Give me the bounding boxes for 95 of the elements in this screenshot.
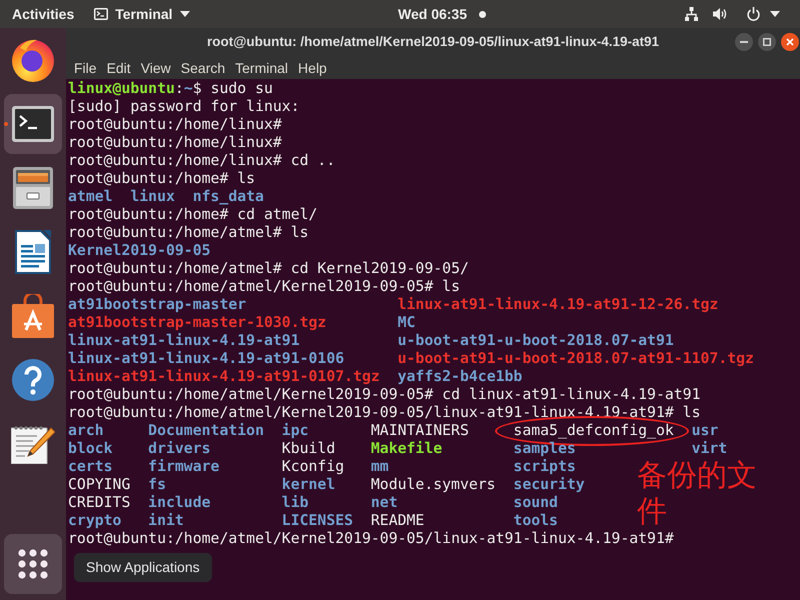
tooltip: Show Applications [74, 553, 212, 582]
file-name: drivers [148, 440, 211, 457]
file-name: u-boot-at91-u-boot-2018.07-at91 [398, 332, 674, 349]
caret-icon [770, 11, 780, 17]
power-icon [747, 7, 760, 21]
browser-icon[interactable] [11, 38, 55, 82]
terminal-line: root@ubuntu:/home/atmel# cd Kernel2019-09-05/ [68, 260, 469, 277]
terminal-line: linux@ubuntu:~$ sudo su [68, 80, 273, 97]
terminal-line: root@ubuntu:/home/atmel/Kernel2019-09-05# cd linux-at91-linux-4.19-at91 [68, 386, 701, 403]
file-name: security [513, 476, 585, 493]
file-name: MAINTAINERS [370, 422, 469, 439]
terminal-line: root@ubuntu:/home/linux# [68, 116, 282, 133]
maximize-icon [763, 38, 771, 46]
file-name: scripts [513, 458, 576, 475]
file-name: at91bootstrap-master [68, 296, 246, 313]
terminal-line: root@ubuntu:/home/atmel/Kernel2019-09-05/linux-at91-linux-4.19-at91# ls [68, 404, 701, 421]
file-name: Kernel2019-09-05 [68, 242, 211, 259]
file-name: linux-at91-linux-4.19-at91 [68, 332, 300, 349]
file-name: kernel [282, 476, 336, 493]
volume-icon [713, 7, 727, 21]
menu-item[interactable]: View [136, 58, 176, 76]
close-button[interactable] [781, 33, 799, 51]
terminal-line: root@ubuntu:/home# cd atmel/ [68, 206, 318, 223]
notification-dot-icon [479, 10, 486, 18]
system-menu-button[interactable] [685, 7, 780, 21]
maximize-button[interactable] [758, 33, 776, 51]
file-name: firmware [148, 458, 220, 475]
terminal-line: [sudo] password for linux: [68, 98, 300, 115]
file-name: Module.symvers [370, 476, 496, 493]
file-name: atmel [68, 188, 113, 205]
file-name: fs [148, 476, 166, 493]
window-title: root@ubuntu: /home/atmel/Kernel2019-09-05/linux-at91-linux-4.19-at91 [206, 32, 660, 51]
annotation-text: 备份的文件 [637, 458, 758, 530]
show-applications-button[interactable] [4, 534, 62, 594]
close-icon [786, 38, 794, 46]
file-name: virt [692, 440, 728, 457]
file-name: linux-at91-linux-4.19-at91-0107.tgz [68, 368, 380, 385]
terminal-line: root@ubuntu:/home/linux# cd .. [68, 152, 336, 169]
file-name: CREDITS [68, 494, 130, 511]
file-name: sound [513, 494, 558, 511]
caret-icon [180, 11, 190, 17]
file-name: tools [513, 512, 558, 529]
menu-item[interactable]: Help [293, 58, 332, 76]
notepad-pencil-icon[interactable] [11, 424, 55, 464]
file-name: usr [692, 422, 718, 439]
minimize-icon [740, 41, 748, 43]
file-cabinet-icon[interactable] [13, 167, 53, 209]
file-name: sama5_defconfig_ok [513, 422, 674, 439]
file-name: linux-at91-linux-4.19-at91-12-26.tgz [398, 296, 718, 313]
file-name: crypto [68, 512, 122, 529]
terminal-line: root@ubuntu:/home/atmel# ls [68, 224, 309, 241]
minimize-button[interactable] [735, 33, 753, 51]
file-name: Kconfig [282, 458, 344, 475]
file-name: net [370, 494, 398, 511]
terminal-icon[interactable] [12, 106, 54, 142]
terminal-line: root@ubuntu:/home/atmel/Kernel2019-09-05# ls [68, 278, 460, 295]
menu-item[interactable]: Terminal [230, 58, 294, 76]
menu-item[interactable]: File [69, 58, 102, 76]
file-name: LICENSES [282, 512, 354, 529]
file-name: block [68, 440, 113, 457]
help-icon[interactable] [12, 359, 54, 401]
file-name: ipc [282, 422, 309, 439]
file-name: lib [282, 494, 309, 511]
file-name: yaffs2-b4ce1bb [398, 368, 522, 385]
file-name: mm [370, 458, 389, 475]
terminal-line: root@ubuntu:/home/atmel/Kernel2019-09-05/linux-at91-linux-4.19-at91# [68, 530, 674, 547]
file-name: README [370, 512, 424, 529]
file-name: u-boot-at91-u-boot-2018.07-at91-1107.tgz [398, 350, 754, 367]
file-name: certs [68, 458, 113, 475]
file-name: init [148, 512, 184, 529]
file-name: Documentation [148, 422, 264, 439]
wired-network-icon [685, 7, 698, 21]
file-name: linux [130, 188, 175, 205]
menu-item[interactable]: Edit [102, 58, 136, 76]
shopping-bag-icon[interactable] [12, 294, 54, 338]
clock-button[interactable]: Wed 06:35 [398, 4, 486, 24]
terminal-line: root@ubuntu:/home/linux# [68, 134, 282, 151]
file-name: Makefile [370, 440, 442, 457]
app-grid-icon [18, 549, 48, 579]
terminal-line: root@ubuntu:/home# ls [68, 170, 256, 187]
file-name: include [148, 494, 211, 511]
file-name: linux-at91-linux-4.19-at91-0106 [68, 350, 344, 367]
app-menu[interactable]: Terminal [94, 4, 190, 24]
dock-item[interactable] [4, 94, 62, 154]
file-name: arch [68, 422, 104, 439]
document-icon[interactable] [15, 230, 51, 274]
terminal-icon [94, 8, 108, 20]
file-name: MC [398, 314, 416, 331]
file-name: samples [513, 440, 576, 457]
file-name: at91bootstrap-master-1030.tgz [68, 314, 326, 331]
activities-button[interactable]: Activities [12, 4, 74, 24]
file-name: nfs_data [192, 188, 264, 205]
menu-item[interactable]: Search [176, 58, 230, 76]
file-name: COPYING [68, 476, 130, 493]
file-name: Kbuild [282, 440, 336, 457]
